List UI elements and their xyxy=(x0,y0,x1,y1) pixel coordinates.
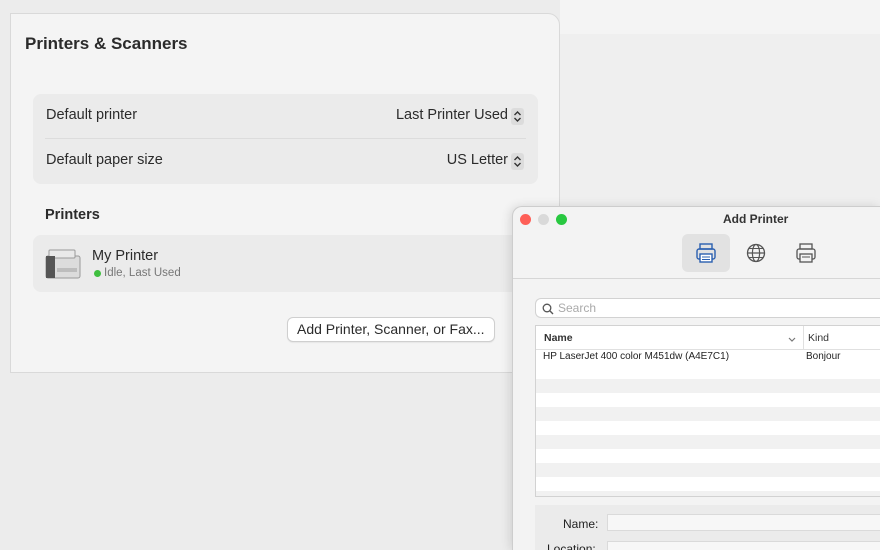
column-header-kind[interactable]: Kind xyxy=(808,332,829,344)
printers-heading: Printers xyxy=(45,207,100,223)
printer-browser-list: Name Kind HP LaserJet 400 color M451dw (… xyxy=(535,325,880,497)
location-field[interactable] xyxy=(607,541,880,550)
printer-list-item[interactable]: My Printer Idle, Last Used xyxy=(33,235,538,292)
list-header: Name Kind xyxy=(536,326,880,350)
search-input[interactable] xyxy=(558,300,858,316)
name-field[interactable] xyxy=(607,514,880,531)
toolbar-separator xyxy=(513,278,880,279)
defaults-group: Default printer Last Printer Used Defaul… xyxy=(33,94,538,184)
printer-name-cell: HP LaserJet 400 color M451dw (A4E7C1) xyxy=(543,351,730,362)
paper-size-stepper-icon[interactable] xyxy=(511,153,524,170)
close-window-button[interactable] xyxy=(520,214,531,225)
ip-globe-icon xyxy=(746,243,766,263)
background-window-band xyxy=(560,0,880,34)
search-icon xyxy=(542,303,554,315)
table-row[interactable]: HP LaserJet 400 color M451dw (A4E7C1) Bo… xyxy=(536,351,880,365)
toolbar-ip-button[interactable] xyxy=(732,234,780,272)
page-title: Printers & Scanners xyxy=(25,34,188,53)
default-printer-icon xyxy=(696,243,716,263)
zoom-window-button[interactable] xyxy=(556,214,567,225)
chevron-down-icon[interactable] xyxy=(787,331,797,349)
empty-row-stripe xyxy=(536,463,880,477)
empty-row-stripe xyxy=(536,379,880,393)
default-printer-value[interactable]: Last Printer Used xyxy=(396,107,508,123)
empty-row-stripe xyxy=(536,491,880,496)
default-printer-stepper-icon[interactable] xyxy=(511,108,524,125)
dialog-title: Add Printer xyxy=(723,212,789,226)
default-printer-row[interactable]: Default printer Last Printer Used xyxy=(33,94,538,138)
default-paper-size-value[interactable]: US Letter xyxy=(447,152,508,168)
add-printer-button[interactable]: Add Printer, Scanner, or Fax... xyxy=(287,317,495,342)
printers-scanners-panel: Printers & Scanners Default printer Last… xyxy=(10,13,560,373)
search-field[interactable] xyxy=(535,298,880,318)
column-header-name[interactable]: Name xyxy=(544,332,573,344)
default-paper-size-row[interactable]: Default paper size US Letter xyxy=(33,139,538,183)
empty-row-stripe xyxy=(536,407,880,421)
empty-row-stripe xyxy=(536,435,880,449)
printer-icon xyxy=(45,248,81,285)
default-paper-size-label: Default paper size xyxy=(46,152,163,168)
toolbar-default-button[interactable] xyxy=(682,234,730,272)
printer-details-form: Name: Location: xyxy=(535,505,880,550)
status-indicator-icon xyxy=(94,270,101,277)
toolbar-windows-button[interactable] xyxy=(782,234,830,272)
column-divider xyxy=(803,326,804,349)
printer-status: Idle, Last Used xyxy=(104,267,181,279)
printer-kind-cell: Bonjour xyxy=(806,351,841,362)
windows-printer-icon xyxy=(796,243,816,263)
default-printer-label: Default printer xyxy=(46,107,138,123)
location-label: Location: xyxy=(547,542,596,550)
minimize-window-button[interactable] xyxy=(538,214,549,225)
printer-name: My Printer xyxy=(92,248,159,264)
name-label: Name: xyxy=(563,517,599,531)
add-printer-dialog: Add Printer Search Name Kind HP LaserJet… xyxy=(512,206,880,550)
